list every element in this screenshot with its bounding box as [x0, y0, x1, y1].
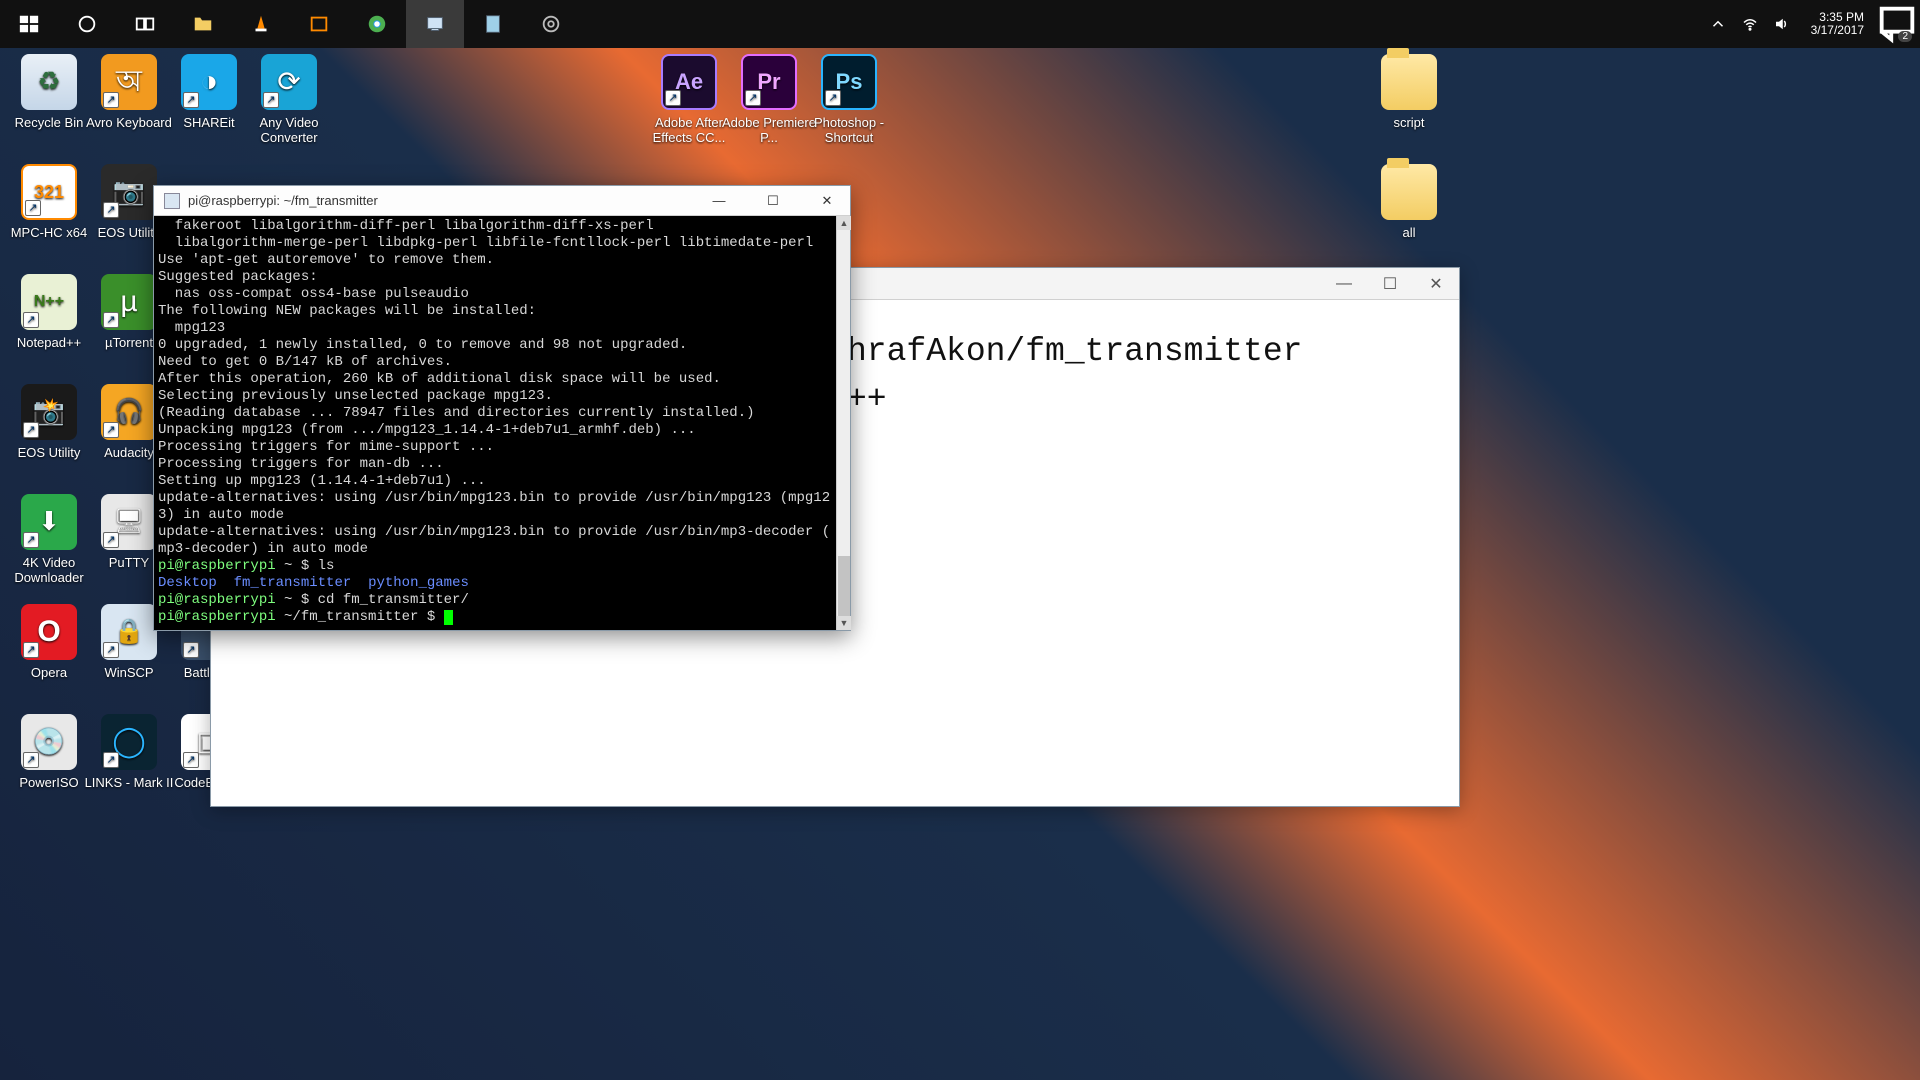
ut-icon: ↗: [101, 274, 157, 330]
mpc-icon: ↗: [21, 164, 77, 220]
clock-date: 3/17/2017: [1811, 24, 1864, 37]
shortcut-arrow-icon: ↗: [23, 532, 39, 548]
task-view-button[interactable]: [116, 0, 174, 48]
start-button[interactable]: [0, 0, 58, 48]
all-icon: [1381, 164, 1437, 220]
shortcut-arrow-icon: ↗: [825, 90, 841, 106]
windows-icon: [18, 13, 40, 35]
shortcut-arrow-icon: ↗: [745, 90, 761, 106]
maximize-button[interactable]: ☐: [1367, 268, 1413, 300]
close-button[interactable]: ✕: [1413, 268, 1459, 300]
shortcut-arrow-icon: ↗: [23, 642, 39, 658]
cortana-button[interactable]: [58, 0, 116, 48]
notification-icon: [1874, 1, 1920, 47]
opera-icon: ↗: [21, 604, 77, 660]
shortcut-arrow-icon: ↗: [23, 422, 39, 438]
system-tray: [1699, 15, 1801, 33]
shortcut-arrow-icon: ↗: [665, 90, 681, 106]
obs-taskbar[interactable]: [522, 0, 580, 48]
desktop-icon-label: all: [1360, 226, 1458, 241]
putty-window[interactable]: pi@raspberrypi: ~/fm_transmitter — ☐ ✕ f…: [153, 185, 851, 631]
winscp-icon: ↗: [101, 604, 157, 660]
chrome-icon: [366, 13, 388, 35]
desktop-icon-ps[interactable]: ↗ Photoshop - Shortcut: [800, 54, 898, 146]
shortcut-arrow-icon: ↗: [23, 752, 39, 768]
wifi-icon[interactable]: [1741, 15, 1759, 33]
terminal-output[interactable]: fakeroot libalgorithm-diff-perl libalgor…: [154, 216, 836, 630]
shortcut-arrow-icon: ↗: [183, 92, 199, 108]
notepad-line-2: ++: [847, 381, 887, 418]
shareit-icon: ↗: [181, 54, 237, 110]
chevron-up-icon[interactable]: [1709, 15, 1727, 33]
desktop-icon-label: Any Video Converter: [240, 116, 338, 146]
chrome-taskbar[interactable]: [348, 0, 406, 48]
shortcut-arrow-icon: ↗: [183, 752, 199, 768]
shortcut-arrow-icon: ↗: [103, 312, 119, 328]
mpc-taskbar[interactable]: [290, 0, 348, 48]
shortcut-arrow-icon: ↗: [23, 312, 39, 328]
close-button[interactable]: ✕: [804, 186, 850, 216]
4k-icon: ↗: [21, 494, 77, 550]
shortcut-arrow-icon: ↗: [263, 92, 279, 108]
putty-titlebar[interactable]: pi@raspberrypi: ~/fm_transmitter — ☐ ✕: [154, 186, 850, 216]
shortcut-arrow-icon: ↗: [103, 92, 119, 108]
shortcut-arrow-icon: ↗: [103, 202, 119, 218]
aud-icon: ↗: [101, 384, 157, 440]
npp-icon: ↗: [21, 274, 77, 330]
action-center-button[interactable]: 2: [1874, 0, 1920, 48]
eosu-icon: ↗: [101, 164, 157, 220]
piso-icon: ↗: [21, 714, 77, 770]
scroll-up-button[interactable]: ▲: [837, 216, 851, 230]
links-icon: ↗: [101, 714, 157, 770]
shortcut-arrow-icon: ↗: [103, 422, 119, 438]
vlc-taskbar[interactable]: [232, 0, 290, 48]
ae-icon: ↗: [661, 54, 717, 110]
vlc-icon: [250, 13, 272, 35]
putty-taskbar-icon: [424, 13, 446, 35]
explorer-taskbar[interactable]: [174, 0, 232, 48]
maximize-button[interactable]: ☐: [750, 186, 796, 216]
notepad-taskbar[interactable]: [464, 0, 522, 48]
desktop-icon-script[interactable]: script: [1360, 54, 1458, 131]
anyvid-icon: ↗: [261, 54, 317, 110]
putty-icon: ↗: [101, 494, 157, 550]
desktop-icon-label: script: [1360, 116, 1458, 131]
notification-badge: 2: [1898, 31, 1912, 42]
putty-taskbar[interactable]: [406, 0, 464, 48]
folder-icon: [192, 13, 214, 35]
taskbar-clock[interactable]: 3:35 PM 3/17/2017: [1801, 11, 1874, 37]
shortcut-arrow-icon: ↗: [183, 642, 199, 658]
mpc-icon: [308, 13, 330, 35]
cortana-icon: [76, 13, 98, 35]
terminal-scrollbar[interactable]: ▲ ▼: [836, 216, 850, 630]
desktop-icon-anyvid[interactable]: ↗ Any Video Converter: [240, 54, 338, 146]
shortcut-arrow-icon: ↗: [103, 642, 119, 658]
notepad-line-1: hrafAkon/fm_transmitter: [847, 333, 1302, 370]
recycle-icon: [21, 54, 77, 110]
script-icon: [1381, 54, 1437, 110]
desktop-icon-label: Photoshop - Shortcut: [800, 116, 898, 146]
task-view-icon: [134, 13, 156, 35]
pr-icon: ↗: [741, 54, 797, 110]
obs-icon: [540, 13, 562, 35]
notepad-icon: [482, 13, 504, 35]
eos2-icon: ↗: [21, 384, 77, 440]
minimize-button[interactable]: —: [1321, 268, 1367, 300]
ps-icon: ↗: [821, 54, 877, 110]
volume-icon[interactable]: [1773, 15, 1791, 33]
shortcut-arrow-icon: ↗: [103, 752, 119, 768]
minimize-button[interactable]: —: [696, 186, 742, 216]
putty-icon: [164, 193, 180, 209]
desktop-icon-all[interactable]: all: [1360, 164, 1458, 241]
taskbar: 3:35 PM 3/17/2017 2: [0, 0, 1920, 48]
scroll-thumb[interactable]: [838, 556, 850, 616]
scroll-down-button[interactable]: ▼: [837, 616, 851, 630]
shortcut-arrow-icon: ↗: [25, 200, 41, 216]
avro-icon: ↗: [101, 54, 157, 110]
shortcut-arrow-icon: ↗: [103, 532, 119, 548]
putty-title-text: pi@raspberrypi: ~/fm_transmitter: [188, 193, 378, 208]
